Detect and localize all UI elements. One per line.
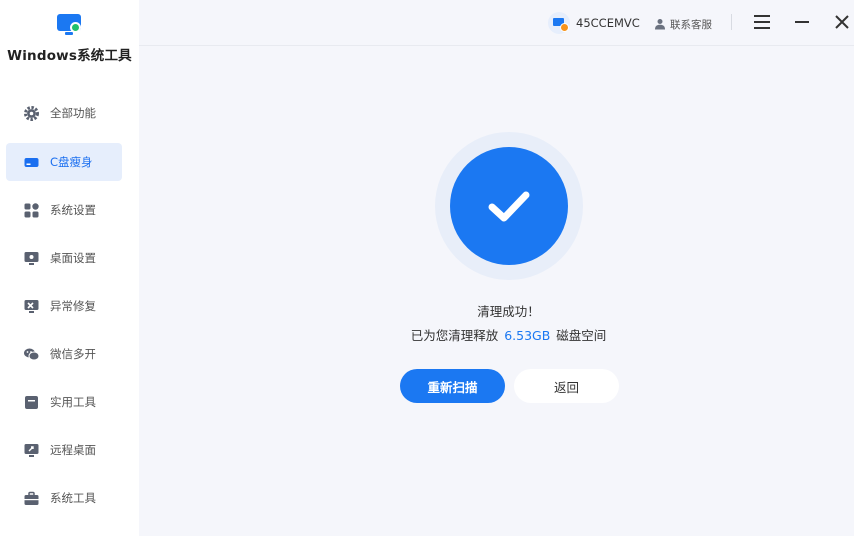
sidebar-item-remote-desktop[interactable]: 远程桌面 (6, 431, 122, 469)
sidebar-item-system-tools[interactable]: 系统工具 (6, 479, 122, 517)
freed-size: 6.53GB (504, 328, 551, 343)
minimize-icon (795, 21, 809, 23)
account-name: 45CCEMVC (576, 16, 640, 30)
menu-button[interactable] (751, 11, 773, 33)
app-logo-icon (56, 12, 83, 38)
sidebar-item-label: 远程桌面 (50, 443, 96, 457)
grid-icon (23, 202, 40, 219)
account-button[interactable]: 45CCEMVC (548, 12, 640, 34)
sidebar-item-label: 实用工具 (50, 395, 96, 409)
gear-icon (23, 105, 40, 122)
success-badge (435, 132, 583, 280)
app-logo: Windows系统工具 (0, 12, 139, 64)
sidebar-item-c-drive-cleanup[interactable]: C盘瘦身 (6, 143, 122, 181)
main-content: 清理成功！ 已为您清理释放 6.53GB 磁盘空间 重新扫描 返回 (139, 47, 854, 536)
sidebar: Windows系统工具 全部功能 C盘瘦身 系统设置 桌面设置 异常修复 微信多… (0, 0, 139, 536)
desktop-icon (23, 250, 40, 267)
drive-icon (23, 154, 40, 171)
cleanup-success-title: 清理成功！ (477, 304, 540, 319)
app-title: Windows系统工具 (7, 48, 132, 64)
remote-desktop-icon (23, 442, 40, 459)
sidebar-item-label: C盘瘦身 (50, 155, 93, 169)
sidebar-item-utilities[interactable]: 实用工具 (6, 383, 122, 421)
repair-icon (23, 298, 40, 315)
hamburger-menu-icon (754, 15, 770, 29)
minimize-button[interactable] (791, 11, 813, 33)
support-label: 联系客服 (670, 19, 712, 31)
checkmark-icon (488, 191, 530, 222)
customer-support-button[interactable]: 联系客服 (654, 15, 712, 34)
cleanup-detail-prefix: 已为您清理释放 (410, 328, 499, 343)
sidebar-item-label: 全部功能 (50, 106, 96, 120)
close-button[interactable] (831, 11, 853, 33)
sidebar-item-error-repair[interactable]: 异常修复 (6, 287, 122, 325)
sidebar-item-label: 系统设置 (50, 203, 96, 217)
sidebar-item-system-settings[interactable]: 系统设置 (6, 191, 122, 229)
cleanup-detail-suffix: 磁盘空间 (556, 328, 607, 343)
sidebar-item-desktop-settings[interactable]: 桌面设置 (6, 239, 122, 277)
title-bar-divider (731, 14, 732, 30)
wechat-icon (23, 346, 40, 363)
close-icon (835, 15, 849, 29)
sidebar-item-all-features[interactable]: 全部功能 (6, 94, 122, 132)
briefcase-icon (23, 490, 40, 507)
sidebar-item-label: 微信多开 (50, 347, 96, 361)
sidebar-item-label: 异常修复 (50, 299, 96, 313)
success-circle (450, 147, 568, 265)
user-icon (654, 15, 666, 34)
sidebar-item-label: 系统工具 (50, 491, 96, 505)
toolbox-icon (23, 394, 40, 411)
sidebar-item-label: 桌面设置 (50, 251, 96, 265)
back-button[interactable]: 返回 (514, 369, 619, 403)
rescan-button[interactable]: 重新扫描 (400, 369, 505, 403)
cleanup-detail: 已为您清理释放 6.53GB 磁盘空间 (139, 325, 854, 344)
account-avatar-icon (548, 12, 570, 34)
sidebar-item-wechat-multi[interactable]: 微信多开 (6, 335, 122, 373)
title-bar: 45CCEMVC 联系客服 (139, 0, 854, 46)
